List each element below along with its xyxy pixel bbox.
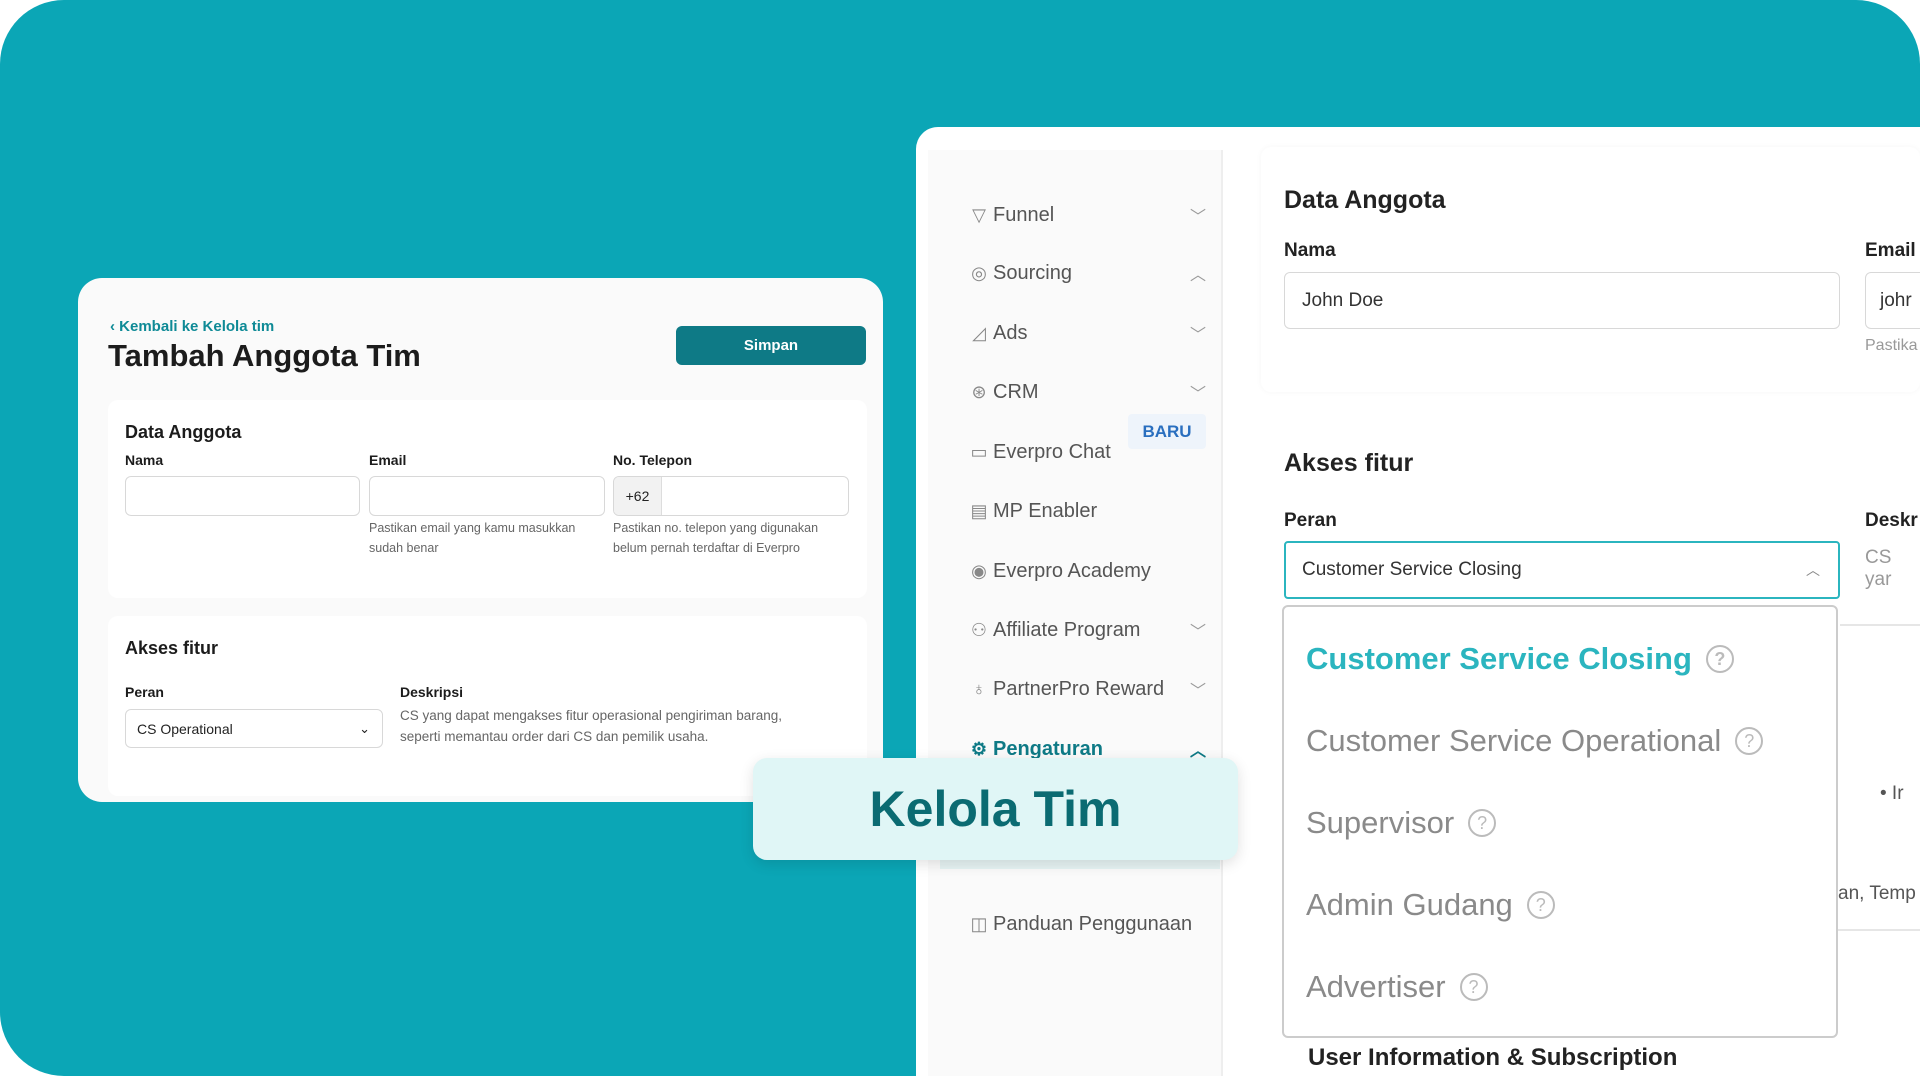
email-hint: Pastika <box>1865 337 1918 354</box>
page-title: Tambah Anggota Tim <box>108 338 421 373</box>
section-heading: Data Anggota <box>125 422 242 442</box>
sidebar-item-label: Funnel <box>993 203 1055 226</box>
email-input[interactable]: johr <box>1865 272 1920 329</box>
gear-icon: ⚙ <box>970 738 988 759</box>
chevron-down-icon[interactable]: ﹀ <box>1190 380 1206 404</box>
sidebar-item-mp-enabler[interactable]: ▤ MP Enabler <box>928 491 1223 531</box>
behind-text: an, Temp <box>1838 883 1916 904</box>
kelola-tim-callout: Kelola Tim <box>753 758 1238 860</box>
phone-prefix: +62 <box>614 477 662 515</box>
behind-bullet-text: • Ir <box>1880 783 1904 804</box>
sidebar-item-partnerpro-reward[interactable]: ♁ PartnerPro Reward ﹀ <box>928 669 1223 709</box>
divider <box>1840 624 1920 626</box>
store-icon: ▤ <box>970 500 988 521</box>
sidebar-item-sourcing[interactable]: ◎ Sourcing ︿ <box>928 253 1223 293</box>
crm-icon: ⊛ <box>971 381 987 402</box>
sidebar: ▽ Funnel ﹀ ◎ Sourcing ︿ ◿ Ads ﹀ ⊛ CRM ﹀ ▭ Everpro Cha… <box>928 150 1223 1076</box>
email-label: Email <box>369 452 407 468</box>
book-icon: ◫ <box>970 913 988 934</box>
sidebar-item-label: Ads <box>993 321 1028 344</box>
sidebar-item-label: Everpro Academy <box>993 559 1151 582</box>
role-option-label: Advertiser <box>1306 969 1446 1004</box>
help-icon[interactable]: ? <box>1526 891 1555 919</box>
sidebar-item-label: Panduan Penggunaan <box>993 912 1193 935</box>
chevron-down-icon[interactable]: ﹀ <box>1190 203 1206 227</box>
email-hint: Pastikan email yang kamu masukkan sudah b… <box>369 521 576 555</box>
section-heading: Akses fitur <box>1284 449 1414 477</box>
save-button[interactable]: Simpan <box>676 326 866 365</box>
description-label: Deskripsi <box>400 684 464 700</box>
help-icon[interactable]: ? <box>1468 809 1497 837</box>
description-label: Deskr <box>1865 510 1918 531</box>
help-icon[interactable]: ? <box>1459 973 1488 1001</box>
role-description: CS yang dapat mengakses fitur operasiona… <box>400 708 782 744</box>
section-heading: Data Anggota <box>1284 186 1446 214</box>
people-icon: ⚇ <box>970 619 988 640</box>
megaphone-icon: ◿ <box>972 322 986 343</box>
role-select[interactable]: CS Operational ⌄ <box>125 709 383 748</box>
help-icon[interactable]: ? <box>1735 727 1764 755</box>
chevron-up-icon: ︿ <box>1806 562 1820 578</box>
role-select-value: CS Operational <box>137 720 233 737</box>
role-option-label: Admin Gudang <box>1306 887 1513 922</box>
name-label: Nama <box>1284 240 1336 261</box>
role-option[interactable]: Admin Gudang? <box>1306 887 1555 923</box>
sidebar-item-panduan-penggunaan[interactable]: ◫ Panduan Penggunaan <box>928 904 1223 944</box>
sidebar-item-affiliate-program[interactable]: ⚇ Affiliate Program ﹀ <box>928 610 1223 650</box>
back-link[interactable]: ‹ Kembali ke Kelola tim <box>110 318 274 335</box>
sourcing-icon: ◎ <box>971 262 987 283</box>
phone-hint: Pastikan no. telepon yang digunakan belum… <box>613 521 819 555</box>
role-label: Peran <box>125 684 164 700</box>
sidebar-item-label: Sourcing <box>993 261 1072 284</box>
section-heading: Akses fitur <box>125 638 219 658</box>
chevron-down-icon[interactable]: ﹀ <box>1190 321 1206 345</box>
role-option[interactable]: Customer Service Operational? <box>1306 723 1764 759</box>
email-label: Email <box>1865 240 1916 261</box>
role-option[interactable]: Customer Service Closing? <box>1306 641 1734 677</box>
user-info-heading: User Information & Subscription <box>1308 1044 1678 1071</box>
sidebar-item-label: Everpro Chat <box>993 440 1111 463</box>
funnel-icon: ▽ <box>972 204 986 225</box>
role-option-label: Supervisor <box>1306 805 1455 840</box>
sidebar-item-ads[interactable]: ◿ Ads ﹀ <box>928 313 1223 353</box>
name-input[interactable] <box>125 476 360 516</box>
sidebar-item-crm[interactable]: ⊛ CRM ﹀ <box>928 372 1223 412</box>
academy-icon: ◉ <box>971 560 987 581</box>
sidebar-item-label: MP Enabler <box>993 499 1098 522</box>
name-label: Nama <box>125 452 164 468</box>
sidebar-item-label: Affiliate Program <box>993 618 1141 641</box>
divider <box>1838 929 1920 931</box>
phone-label: No. Telepon <box>613 452 693 468</box>
reward-icon: ♁ <box>972 678 986 699</box>
name-input[interactable]: John Doe <box>1284 272 1840 329</box>
back-link-label: Kembali ke Kelola tim <box>119 318 275 335</box>
role-option[interactable]: Advertiser? <box>1306 969 1488 1005</box>
role-label: Peran <box>1284 510 1337 531</box>
sidebar-item-funnel[interactable]: ▽ Funnel ﹀ <box>928 195 1223 235</box>
role-select-value: Customer Service Closing <box>1302 559 1522 580</box>
chevron-up-icon[interactable]: ︿ <box>1190 261 1206 285</box>
chevron-down-icon[interactable]: ﹀ <box>1190 677 1206 701</box>
role-option-label: Customer Service Closing <box>1306 641 1692 676</box>
chat-icon: ▭ <box>970 441 988 462</box>
phone-input[interactable]: +62 <box>613 476 849 516</box>
chevron-down-icon: ⌄ <box>359 720 370 736</box>
role-option[interactable]: Supervisor? <box>1306 805 1497 841</box>
new-badge: BARU <box>1128 414 1206 449</box>
data-card <box>1261 147 1920 392</box>
email-input[interactable] <box>369 476 605 516</box>
role-dropdown-menu: Customer Service Closing? Customer Servic… <box>1282 605 1838 1038</box>
sidebar-item-label: PartnerPro Reward <box>993 677 1165 700</box>
chevron-down-icon[interactable]: ﹀ <box>1190 618 1206 642</box>
description-text: CS yar <box>1865 547 1892 590</box>
role-option-label: Customer Service Operational <box>1306 723 1722 758</box>
help-icon[interactable]: ? <box>1705 645 1734 673</box>
sidebar-item-everpro-academy[interactable]: ◉ Everpro Academy <box>928 551 1223 591</box>
role-select[interactable]: Customer Service Closing ︿ <box>1284 541 1840 599</box>
sidebar-item-label: CRM <box>993 380 1039 403</box>
